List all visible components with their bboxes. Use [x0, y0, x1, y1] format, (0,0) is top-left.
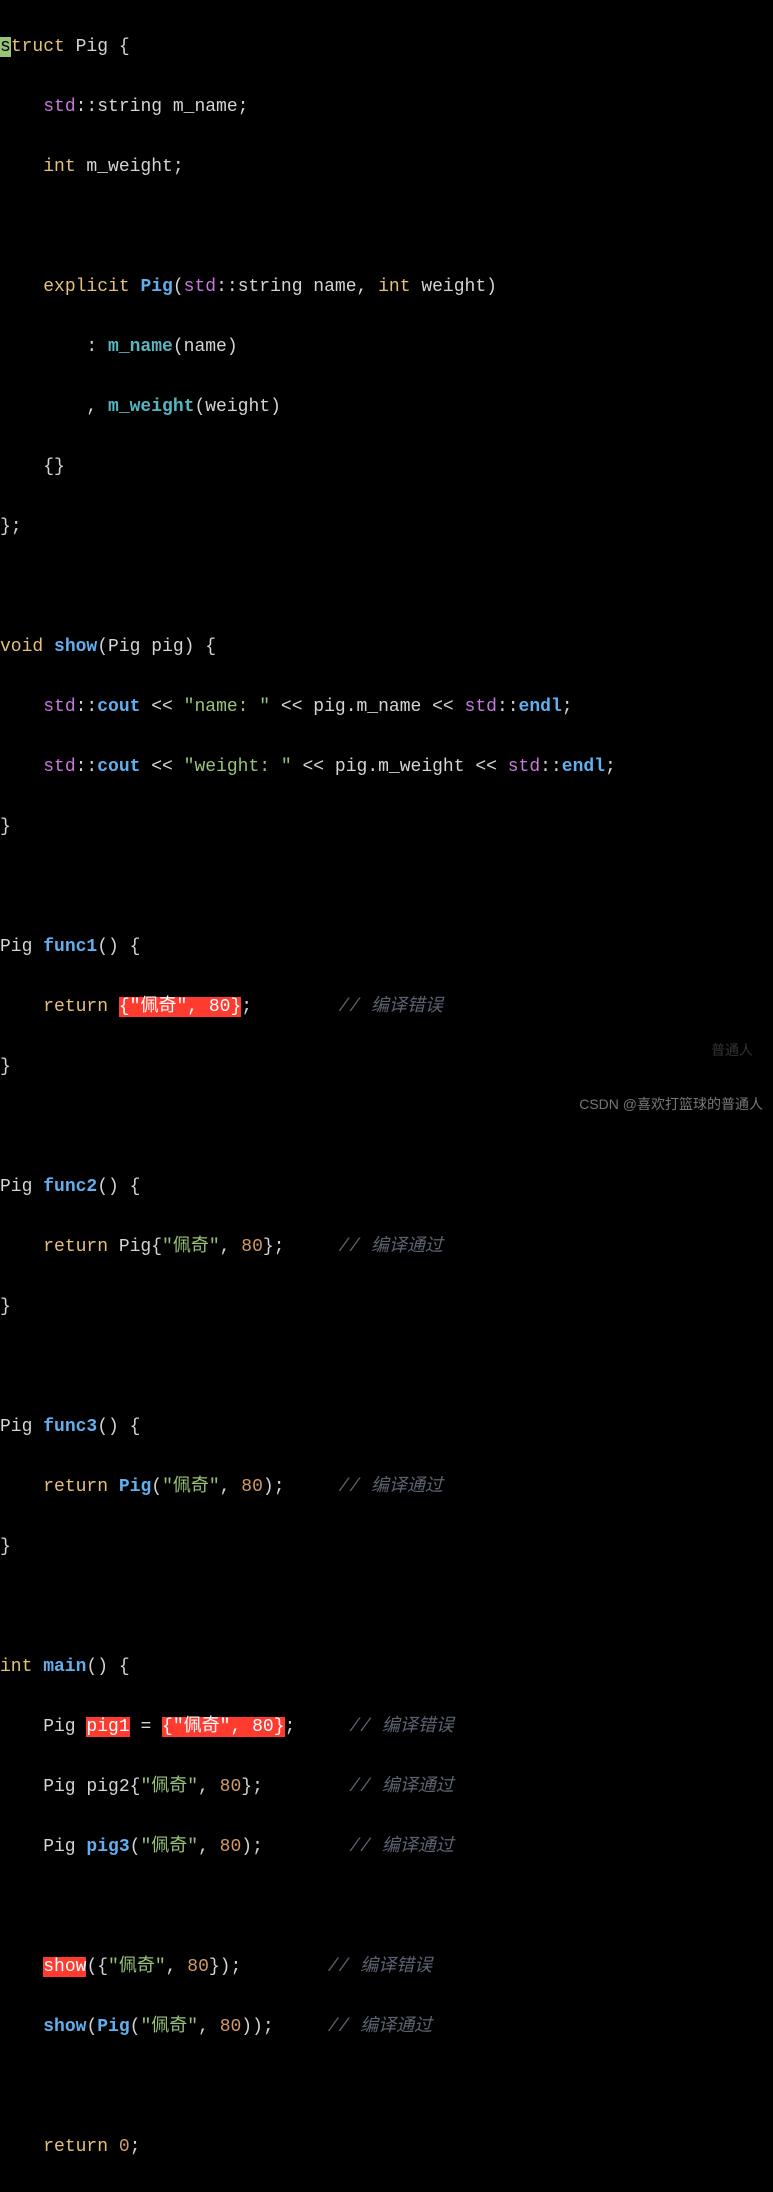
code-line: struct Pig { [0, 32, 773, 62]
code-line: {} [0, 452, 773, 482]
comment-ok: // 编译通过 [339, 1237, 443, 1257]
code-line [0, 1592, 773, 1622]
error-highlight: pig1 [86, 1717, 129, 1737]
error-highlight: {"佩奇", 80} [162, 1717, 284, 1737]
code-line: show({"佩奇", 80}); // 编译错误 [0, 1952, 773, 1982]
code-line: Pig pig3("佩奇", 80); // 编译通过 [0, 1832, 773, 1862]
code-line: } [0, 812, 773, 842]
code-line [0, 1352, 773, 1382]
keyword-struct: truct [11, 37, 65, 57]
code-line: std::cout << "name: " << pig.m_name << s… [0, 692, 773, 722]
code-line: , m_weight(weight) [0, 392, 773, 422]
comment-error: // 编译错误 [339, 997, 443, 1017]
code-line [0, 2072, 773, 2102]
code-line: }; [0, 512, 773, 542]
code-line: Pig func3() { [0, 1412, 773, 1442]
code-line: Pig func2() { [0, 1172, 773, 1202]
code-line [0, 872, 773, 902]
code-line: int m_weight; [0, 152, 773, 182]
code-line [0, 212, 773, 242]
code-line: Pig pig1 = {"佩奇", 80}; // 编译错误 [0, 1712, 773, 1742]
faint-watermark: 普通人 [711, 1035, 753, 1065]
error-highlight: show [43, 1957, 86, 1977]
code-line: Pig pig2{"佩奇", 80}; // 编译通过 [0, 1772, 773, 1802]
cursor-char: s [0, 37, 11, 57]
code-line: show(Pig("佩奇", 80)); // 编译通过 [0, 2012, 773, 2042]
code-line: int main() { [0, 1652, 773, 1682]
code-line: void show(Pig pig) { [0, 632, 773, 662]
code-line [0, 1892, 773, 1922]
code-line: return Pig{"佩奇", 80}; // 编译通过 [0, 1232, 773, 1262]
code-line: : m_name(name) [0, 332, 773, 362]
error-highlight: {"佩奇", 80} [119, 997, 241, 1017]
code-line: } [0, 1532, 773, 1562]
code-line: Pig func1() { [0, 932, 773, 962]
code-line [0, 572, 773, 602]
code-line: } [0, 1052, 773, 1082]
code-line: } [0, 1292, 773, 1322]
code-line: return Pig("佩奇", 80); // 编译通过 [0, 1472, 773, 1502]
csdn-watermark: CSDN @喜欢打篮球的普通人 [579, 1089, 763, 1119]
code-line: return {"佩奇", 80}; // 编译错误 [0, 992, 773, 1022]
code-line: std::cout << "weight: " << pig.m_weight … [0, 752, 773, 782]
code-line: std::string m_name; [0, 92, 773, 122]
code-line: return 0; [0, 2132, 773, 2162]
code-line: explicit Pig(std::string name, int weigh… [0, 272, 773, 302]
